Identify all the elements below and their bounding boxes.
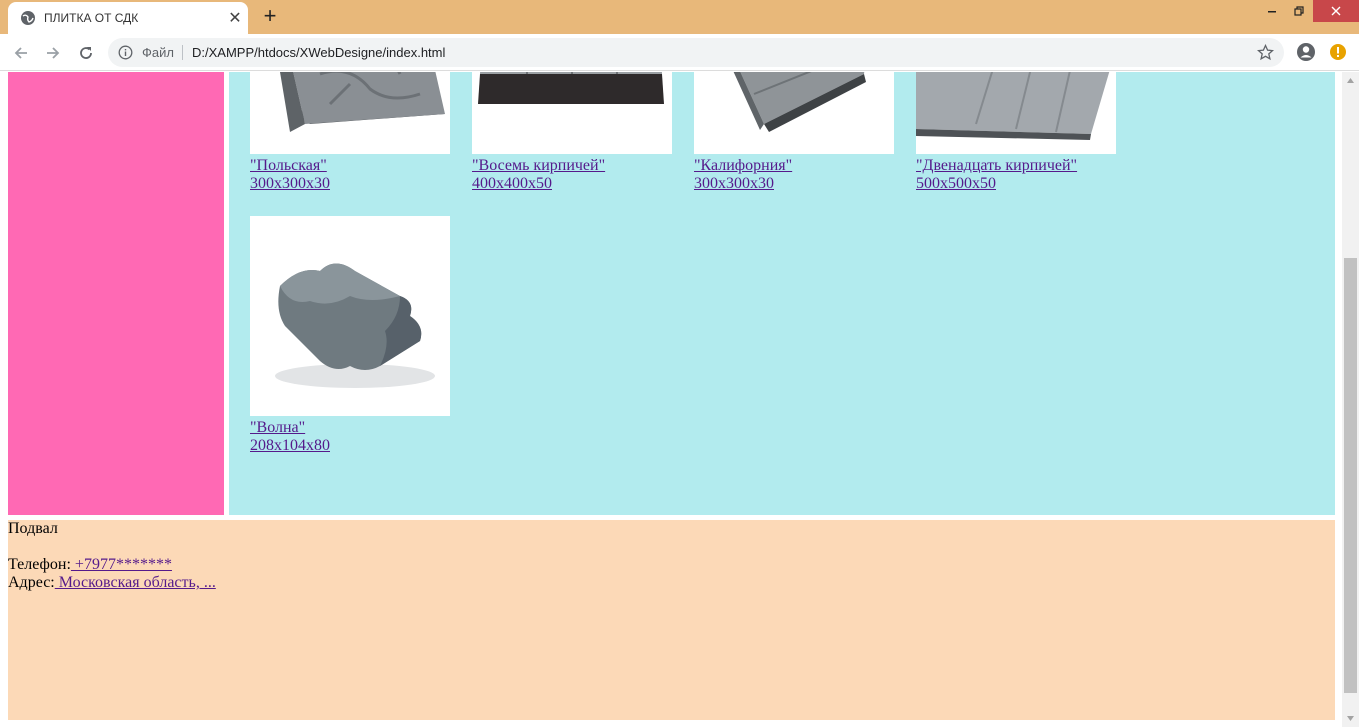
new-tab-button[interactable]: +	[259, 5, 281, 27]
product-size[interactable]: 500x500x50	[916, 175, 1116, 193]
product-name[interactable]: "Восемь кирпичей"	[472, 157, 672, 175]
arrow-right-icon	[47, 47, 60, 59]
phone-link[interactable]: +7977*******	[71, 556, 172, 573]
product-name[interactable]: "Калифорния"	[694, 157, 894, 175]
product-name[interactable]: "Польская"	[250, 157, 450, 175]
tab-strip: ПЛИТКА ОТ СДК ✕ +	[0, 0, 1359, 34]
minimize-icon	[1268, 11, 1276, 13]
eight-bricks-tile-icon[interactable]	[472, 72, 672, 154]
page-viewport: "Польская" 300x300x30 "Восемь кирпичей" …	[0, 72, 1342, 727]
footer-title: Подвал	[8, 520, 58, 537]
close-icon	[1331, 6, 1341, 16]
product-card[interactable]: "Волна" 208x104x80	[250, 216, 450, 455]
tab-title: ПЛИТКА ОТ СДК	[44, 11, 139, 25]
star-icon[interactable]	[1257, 44, 1274, 61]
arrow-left-icon	[14, 47, 27, 59]
sidebar	[8, 72, 224, 515]
info-icon[interactable]	[118, 45, 133, 60]
globe-icon	[21, 11, 35, 25]
footer: Подвал Телефон: +7977******* Адрес: Моск…	[8, 520, 1335, 720]
update-alert-icon[interactable]	[1329, 43, 1347, 61]
restore-icon	[1294, 6, 1304, 16]
url-text[interactable]: D:/XAMPP/htdocs/XWebDesigne/index.html	[192, 45, 445, 60]
browser-toolbar: Файл D:/XAMPP/htdocs/XWebDesigne/index.h…	[0, 34, 1359, 71]
product-name[interactable]: "Двенадцать кирпичей"	[916, 157, 1116, 175]
product-card[interactable]: "Восемь кирпичей" 400x400x50	[472, 72, 672, 193]
address-link[interactable]: Московская область, ...	[55, 574, 216, 591]
main-content: "Польская" 300x300x30 "Восемь кирпичей" …	[229, 72, 1335, 515]
phone-label: Телефон:	[8, 556, 71, 573]
scroll-up-arrow-icon[interactable]	[1346, 76, 1355, 85]
tab-close-icon[interactable]: ✕	[222, 8, 248, 28]
browser-tab[interactable]: ПЛИТКА ОТ СДК ✕	[8, 2, 248, 34]
product-card[interactable]: "Польская" 300x300x30	[250, 72, 450, 193]
restore-button[interactable]	[1285, 0, 1313, 22]
scroll-thumb[interactable]	[1344, 258, 1357, 693]
omnibox-separator	[182, 45, 183, 60]
scroll-down-arrow-icon[interactable]	[1346, 714, 1355, 723]
vertical-scrollbar[interactable]	[1342, 72, 1359, 727]
close-window-button[interactable]	[1313, 0, 1359, 22]
product-name[interactable]: "Волна"	[250, 419, 450, 437]
polish-tile-icon[interactable]	[250, 72, 450, 154]
product-size[interactable]: 300x300x30	[694, 175, 894, 193]
profile-icon[interactable]	[1296, 42, 1316, 62]
footer-address-row: Адрес: Московская область, ...	[8, 574, 1335, 592]
back-button[interactable]	[10, 42, 32, 64]
reload-button[interactable]	[75, 42, 97, 64]
product-size[interactable]: 400x400x50	[472, 175, 672, 193]
california-tile-icon[interactable]	[694, 72, 894, 154]
scheme-label: Файл	[142, 45, 174, 60]
product-size[interactable]: 208x104x80	[250, 437, 450, 455]
product-size[interactable]: 300x300x30	[250, 175, 450, 193]
product-card[interactable]: "Двенадцать кирпичей" 500x500x50	[916, 72, 1116, 193]
twelve-bricks-tile-icon[interactable]	[916, 72, 1116, 154]
footer-phone-row: Телефон: +7977*******	[8, 556, 1335, 574]
address-bar[interactable]: Файл D:/XAMPP/htdocs/XWebDesigne/index.h…	[108, 38, 1284, 67]
address-label: Адрес:	[8, 574, 55, 591]
reload-icon	[80, 47, 92, 59]
product-card[interactable]: "Калифорния" 300x300x30	[694, 72, 894, 193]
minimize-button[interactable]	[1258, 0, 1286, 22]
wave-paver-icon[interactable]	[250, 216, 450, 416]
forward-button[interactable]	[42, 42, 64, 64]
